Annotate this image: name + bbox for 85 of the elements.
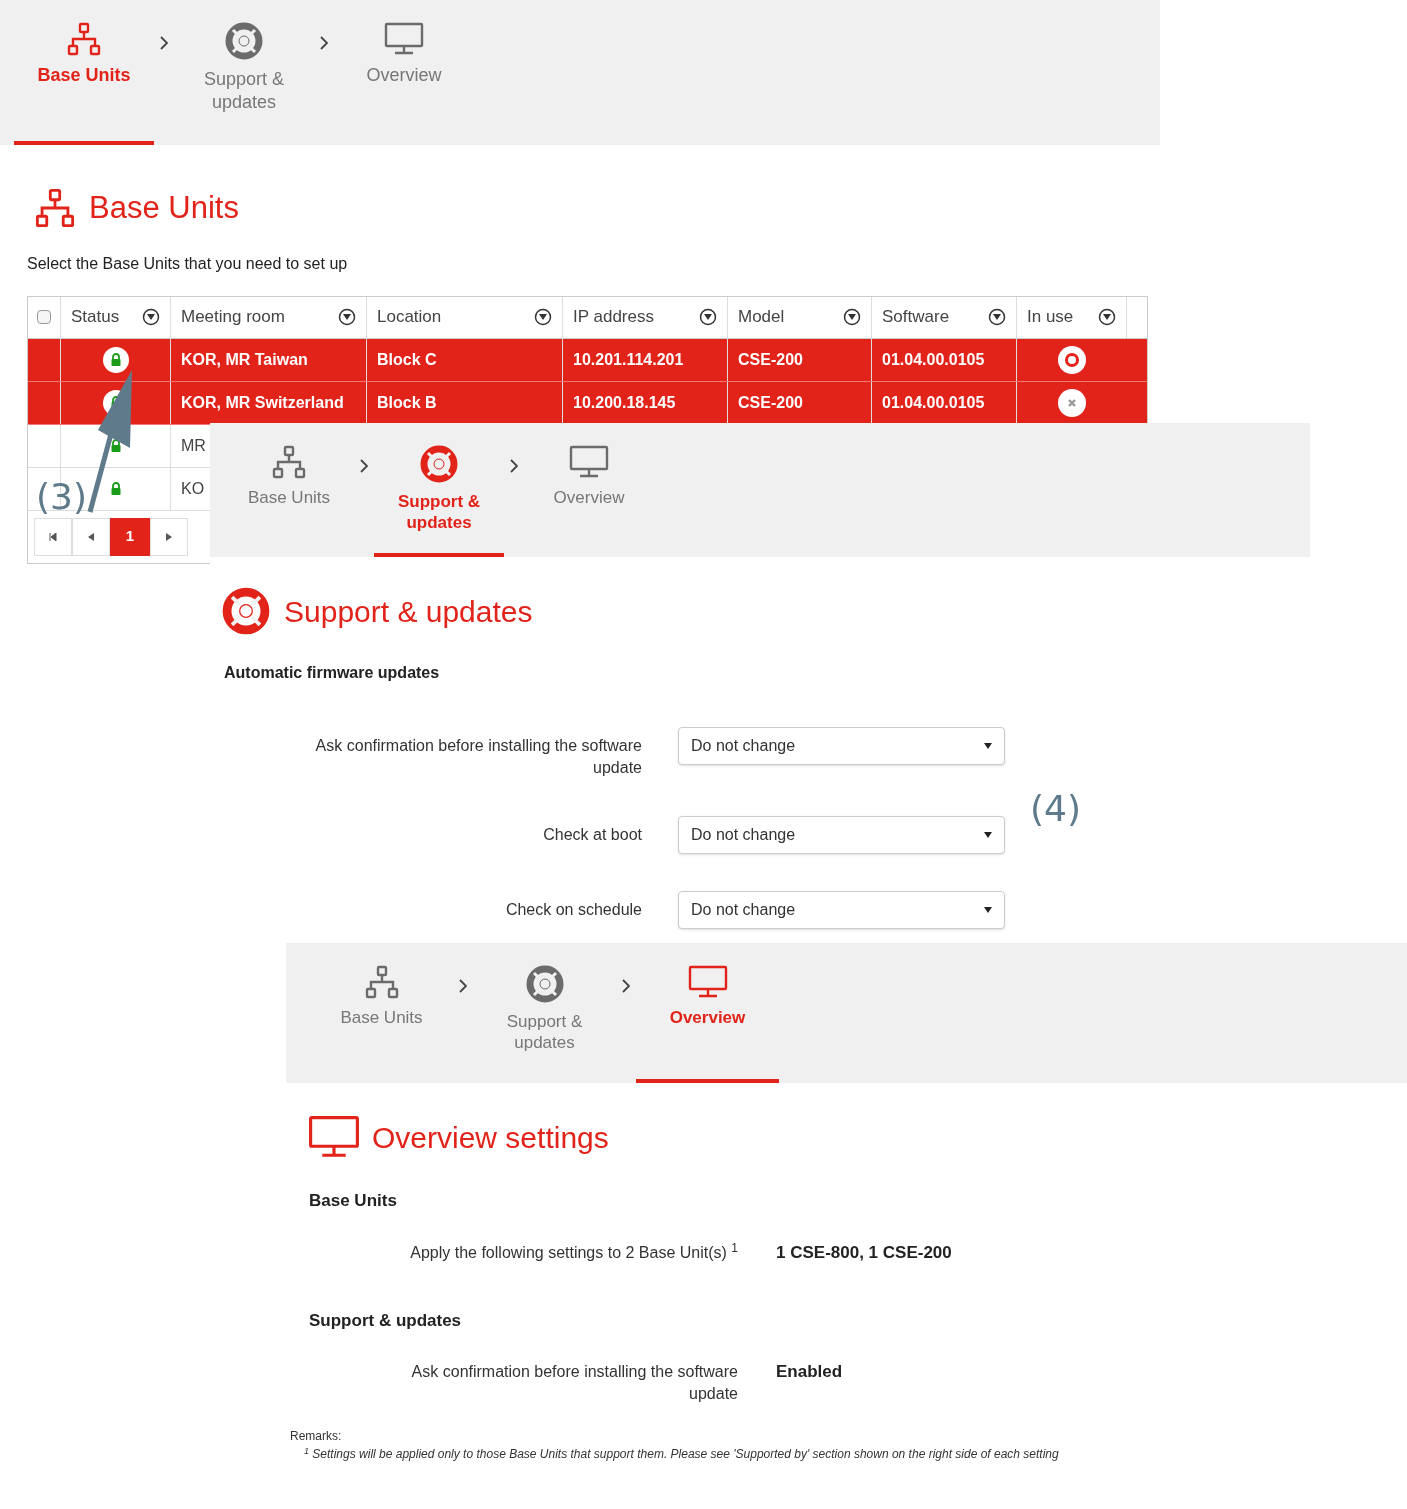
lifebuoy-icon xyxy=(225,22,263,60)
monitor-icon xyxy=(569,445,609,479)
table-cell-text: 01.04.00.0105 xyxy=(882,349,985,370)
filter-icon[interactable] xyxy=(338,308,356,326)
dropdown-caret-icon xyxy=(984,743,992,749)
chevron-icon xyxy=(459,979,467,993)
remarks-label: Remarks: xyxy=(290,1428,343,1445)
step-tab[interactable]: Overview xyxy=(524,423,654,557)
page-title: Overview settings xyxy=(372,1120,609,1156)
table-cell-text: CSE-200 xyxy=(738,392,803,413)
chevron-icon xyxy=(510,459,518,473)
summary-value: Enabled xyxy=(776,1361,843,1383)
chevron-icon xyxy=(622,979,630,993)
group-heading: Base Units xyxy=(308,1190,398,1212)
monitor-icon xyxy=(384,22,424,56)
column-header: Location xyxy=(377,306,442,329)
step-tab[interactable]: Overview xyxy=(636,943,779,1083)
dropdown-caret-icon xyxy=(984,907,992,913)
remarks-note: $^{1}$ Settings will be applied only to those Base Units that support them. Please see 'Supported by' section shown on the right side of each setting xyxy=(303,1445,1060,1463)
table-row[interactable]: KOR, MR Switzerland Block B 10.200.18.145 CSE-200 01.04.00.0105 xyxy=(28,381,1147,425)
lifebuoy-icon xyxy=(525,965,564,1003)
page-subtitle: Select the Base Units that you need to set up xyxy=(26,253,349,274)
summary-value: 1 CSE-800, 1 CSE-200 xyxy=(776,1241,952,1264)
dropdown-field[interactable]: Do not change xyxy=(678,727,1005,765)
step-tab[interactable]: Support & updates xyxy=(473,943,616,1083)
monitor-icon xyxy=(687,965,728,999)
step-tab[interactable]: Support & updates xyxy=(174,0,314,145)
filter-icon[interactable] xyxy=(988,308,1006,326)
lifebuoy-icon xyxy=(420,445,458,483)
table-cell-text: 10.200.18.145 xyxy=(573,392,676,413)
step-tab[interactable]: Base Units xyxy=(224,423,354,557)
table-cell-text: CSE-200 xyxy=(738,349,803,370)
page-title: Base Units xyxy=(89,189,239,227)
dropdown-field[interactable]: Do not change xyxy=(678,816,1005,854)
setting-label: Check at boot xyxy=(542,825,642,845)
filter-icon[interactable] xyxy=(699,308,717,326)
column-header: Software xyxy=(882,306,950,329)
summary-label: Apply the following settings to 2 Base Unit(s) $^{1}$ xyxy=(409,1241,738,1263)
chevron-icon xyxy=(160,36,168,50)
setting-label: Ask confirmation before installing the software update xyxy=(314,736,642,778)
table-cell-text: KO xyxy=(181,478,205,499)
setting-label: Check on schedule xyxy=(504,900,642,920)
column-header: Meeting room xyxy=(181,306,285,329)
table-cell-text: Block C xyxy=(377,349,437,370)
chevron-icon xyxy=(320,36,328,50)
step-tab[interactable]: Base Units xyxy=(310,943,453,1083)
column-header: In use xyxy=(1027,306,1074,329)
page-number[interactable]: 1 xyxy=(110,517,150,556)
first-page-icon xyxy=(49,532,57,541)
select-all-checkbox[interactable] xyxy=(37,310,51,324)
table-cell-text: KOR, MR Taiwan xyxy=(181,349,308,370)
callout-label: (4) xyxy=(1030,787,1081,831)
network-icon xyxy=(35,188,75,229)
dropdown-field[interactable]: Do not change xyxy=(678,891,1005,929)
column-header: Model xyxy=(738,306,785,329)
filter-icon[interactable] xyxy=(1098,308,1116,326)
page-title: Support & updates xyxy=(284,593,533,630)
lock-status-icon xyxy=(102,346,129,373)
step-tab[interactable]: Support & updates xyxy=(374,423,504,557)
table-cell-text: Block B xyxy=(377,392,437,413)
right-triangle-icon xyxy=(166,532,172,541)
callout-label: (3) xyxy=(36,475,87,519)
lifebuoy-icon xyxy=(222,587,270,635)
monitor-icon xyxy=(308,1115,360,1160)
network-icon xyxy=(67,22,101,56)
network-icon xyxy=(364,965,399,999)
table-row[interactable]: KOR, MR Taiwan Block C 10.201.114.201 CSE-200 01.04.00.0105 xyxy=(28,338,1147,382)
column-header: Status xyxy=(71,306,120,329)
summary-label: Ask confirmation before installing the software update xyxy=(410,1362,738,1404)
table-cell-text: 01.04.00.0105 xyxy=(882,392,985,413)
table-cell-text: 10.201.114.201 xyxy=(573,349,684,370)
table-cell-text: KOR, MR Switzerland xyxy=(181,392,344,413)
column-header: IP address xyxy=(573,306,654,329)
filter-icon[interactable] xyxy=(142,308,160,326)
dropdown-caret-icon xyxy=(984,832,992,838)
step-tab[interactable]: Base Units xyxy=(14,0,154,145)
network-icon xyxy=(272,445,306,479)
step-tab[interactable]: Overview xyxy=(334,0,474,145)
section-heading: Automatic firmware updates xyxy=(223,663,441,683)
left-triangle-icon xyxy=(88,532,94,541)
filter-icon[interactable] xyxy=(843,308,861,326)
chevron-icon xyxy=(360,459,368,473)
group-heading: Support & updates xyxy=(308,1309,463,1332)
filter-icon[interactable] xyxy=(534,308,552,326)
table-cell-text: MR xyxy=(181,435,206,456)
